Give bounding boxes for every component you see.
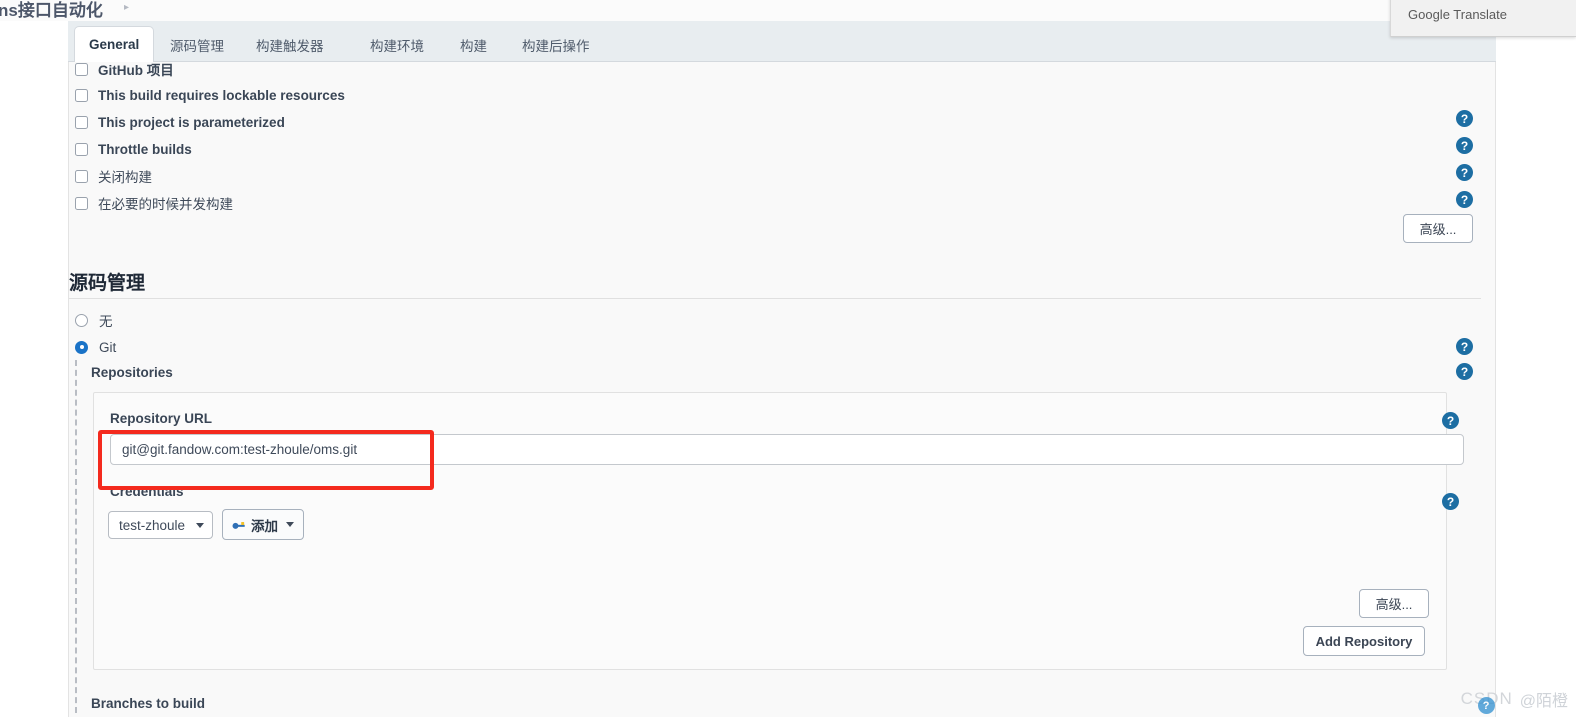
config-tabstrip: General 源码管理 构建触发器 构建环境 构建 构建后操作 — [68, 21, 1496, 63]
help-icon-disable-build[interactable]: ? — [1456, 164, 1473, 181]
watermark-badge-icon: ? — [1477, 697, 1495, 714]
radio-scm-none[interactable] — [75, 313, 88, 327]
chevron-down-icon — [196, 523, 204, 528]
repositories-label: Repositories — [91, 365, 173, 380]
help-icon-concurrent-build[interactable]: ? — [1456, 191, 1473, 208]
tab-build-trigger[interactable]: 构建触发器 — [242, 27, 338, 62]
breadcrumb-bar: ns接口自动化 ▸ — [0, 0, 1576, 21]
chevron-right-icon[interactable]: ▸ — [124, 2, 129, 13]
radio-label-none: 无 — [99, 314, 113, 329]
checkbox-parameterized[interactable] — [75, 115, 88, 129]
config-panel: GitHub 项目 This build requires lockable r… — [68, 62, 1496, 717]
screen-root: ns接口自动化 ▸ Google Translate General 源码管理 … — [0, 0, 1576, 717]
breadcrumb-title[interactable]: ns接口自动化 — [0, 0, 103, 21]
general-advanced-button[interactable]: 高级... — [1403, 214, 1473, 243]
checkbox-row-github-project[interactable]: GitHub 项目 — [75, 62, 174, 79]
credentials-label: Credentials — [110, 484, 184, 499]
repositories-panel: Repository URL ? Credentials ? test-zhou… — [93, 392, 1464, 670]
checkbox-label-concurrent-build: 在必要的时候并发构建 — [98, 197, 233, 212]
add-credential-label: 添加 — [251, 518, 278, 534]
add-credential-button[interactable]: 添加 — [222, 509, 304, 540]
tab-build-env[interactable]: 构建环境 — [356, 27, 438, 62]
checkbox-label-parameterized: This project is parameterized — [98, 114, 285, 130]
checkbox-throttle-builds[interactable] — [75, 142, 88, 156]
checkbox-label-github-project: GitHub 项目 — [98, 63, 174, 78]
help-icon-git[interactable]: ? — [1456, 338, 1473, 355]
radio-label-git: Git — [99, 339, 117, 355]
help-icon-repositories[interactable]: ? — [1456, 363, 1473, 380]
radio-scm-git[interactable] — [75, 340, 88, 354]
checkbox-label-throttle-builds: Throttle builds — [98, 141, 192, 157]
checkbox-label-lockable-resources: This build requires lockable resources — [98, 87, 345, 103]
checkbox-row-throttle-builds[interactable]: Throttle builds — [75, 139, 192, 159]
tab-general[interactable]: General — [74, 26, 155, 63]
radio-row-git[interactable]: Git — [75, 337, 116, 357]
help-icon-throttle-builds[interactable]: ? — [1456, 137, 1473, 154]
radio-row-none[interactable]: 无 — [75, 310, 113, 330]
google-translate-label: Google Translate — [1408, 7, 1508, 22]
git-section-guide — [75, 360, 77, 713]
watermark: CSDN @陌橙 ? — [1461, 687, 1568, 714]
tab-scm[interactable]: 源码管理 — [156, 27, 238, 62]
scm-section-divider — [69, 298, 1481, 299]
checkbox-row-concurrent-build[interactable]: 在必要的时候并发构建 — [75, 193, 233, 213]
credentials-select-value: test-zhoule — [119, 517, 186, 533]
repository-advanced-button[interactable]: 高级... — [1359, 589, 1429, 618]
tab-build[interactable]: 构建 — [446, 27, 501, 62]
add-repository-button[interactable]: Add Repository — [1303, 626, 1425, 656]
checkbox-row-disable-build[interactable]: 关闭构建 — [75, 166, 152, 186]
help-icon-credentials[interactable]: ? — [1442, 493, 1459, 510]
checkbox-label-disable-build: 关闭构建 — [98, 170, 152, 185]
checkbox-row-lockable-resources[interactable]: This build requires lockable resources — [75, 85, 345, 105]
watermark-user: @陌橙 — [1519, 693, 1568, 710]
key-icon — [232, 521, 245, 529]
checkbox-disable-build[interactable] — [75, 169, 88, 183]
checkbox-concurrent-build[interactable] — [75, 196, 88, 210]
repository-url-label: Repository URL — [110, 411, 213, 426]
repository-url-input[interactable] — [110, 434, 1464, 465]
caret-down-icon — [286, 522, 294, 527]
checkbox-row-parameterized[interactable]: This project is parameterized — [75, 112, 285, 132]
tab-post-build[interactable]: 构建后操作 — [508, 27, 604, 62]
credentials-select[interactable]: test-zhoule — [108, 511, 213, 539]
checkbox-lockable-resources[interactable] — [75, 88, 88, 102]
help-icon-parameterized[interactable]: ? — [1456, 110, 1473, 127]
help-icon-repository-url[interactable]: ? — [1442, 412, 1459, 429]
google-translate-popup[interactable]: Google Translate — [1390, 0, 1576, 37]
branches-to-build-label: Branches to build — [91, 696, 206, 711]
checkbox-github-project[interactable] — [75, 62, 88, 76]
scm-section-title: 源码管理 — [69, 273, 146, 294]
